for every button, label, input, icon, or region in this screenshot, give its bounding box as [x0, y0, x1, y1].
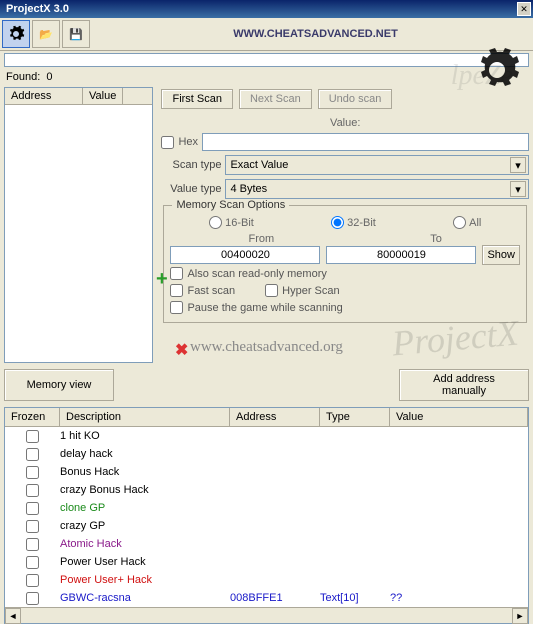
undo-scan-button[interactable]: Undo scan — [318, 89, 393, 109]
col-address[interactable]: Address — [5, 88, 83, 104]
folder-icon: 📂 — [39, 28, 53, 41]
col-description[interactable]: Description — [60, 408, 230, 426]
frozen-checkbox[interactable] — [26, 484, 39, 497]
chk-fastscan[interactable]: Fast scan — [170, 284, 235, 297]
radio-16bit[interactable]: 16-Bit — [209, 216, 254, 229]
table-row[interactable]: clone GP — [5, 499, 528, 517]
chk-pause[interactable]: Pause the game while scanning — [170, 301, 520, 314]
cell-description: 1 hit KO — [60, 430, 230, 442]
chk-readonly[interactable]: Also scan read-only memory — [170, 267, 520, 280]
floppy-icon: 💾 — [69, 28, 83, 41]
chevron-down-icon: ▾ — [510, 181, 526, 197]
frozen-checkbox[interactable] — [26, 502, 39, 515]
first-scan-button[interactable]: First Scan — [161, 89, 233, 109]
window-title: ProjectX 3.0 — [2, 3, 517, 15]
table-row[interactable]: Power User Hack — [5, 553, 528, 571]
scan-type-select[interactable]: Exact Value ▾ — [225, 155, 529, 175]
cheat-table: Frozen Description Address Type Value 1 … — [4, 407, 529, 624]
col-address[interactable]: Address — [230, 408, 320, 426]
frozen-checkbox[interactable] — [26, 466, 39, 479]
scanner-button[interactable] — [2, 20, 30, 48]
frozen-checkbox[interactable] — [26, 520, 39, 533]
col-value[interactable]: Value — [390, 408, 528, 426]
chk-hyperscan[interactable]: Hyper Scan — [265, 284, 339, 297]
cell-type: Text[10] — [320, 592, 390, 604]
logo-gear-icon — [473, 46, 521, 94]
radio-32bit[interactable]: 32-Bit — [331, 216, 376, 229]
value-type-label: Value type — [161, 183, 221, 195]
frozen-checkbox[interactable] — [26, 556, 39, 569]
col-type[interactable]: Type — [320, 408, 390, 426]
cell-description: Atomic Hack — [60, 538, 230, 550]
table-row[interactable]: 1 hit KO — [5, 427, 528, 445]
cell-description: delay hack — [60, 448, 230, 460]
progress-bar — [4, 53, 529, 67]
col-value[interactable]: Value — [83, 88, 123, 104]
results-list: Address Value — [4, 87, 153, 363]
hex-checkbox[interactable]: Hex — [161, 136, 198, 149]
cell-description: Power User+ Hack — [60, 574, 230, 586]
add-address-button[interactable]: Add address manually — [399, 369, 529, 401]
table-row[interactable]: crazy Bonus Hack — [5, 481, 528, 499]
delete-icon[interactable]: ✖ — [175, 340, 188, 360]
frozen-checkbox[interactable] — [26, 538, 39, 551]
value-label: Value: — [161, 117, 529, 129]
banner-text: WWW.CHEATSADVANCED.NET — [100, 28, 531, 40]
scroll-left-icon[interactable]: ◄ — [5, 608, 21, 624]
show-button[interactable]: Show — [482, 245, 520, 265]
cell-value: ?? — [390, 592, 528, 604]
memory-view-button[interactable]: Memory view — [4, 369, 114, 401]
cell-description: GBWC-racsna — [60, 592, 230, 604]
save-button[interactable]: 💾 — [62, 20, 90, 48]
radio-all[interactable]: All — [453, 216, 481, 229]
table-row[interactable]: Power User+ Hack — [5, 571, 528, 589]
add-icon[interactable]: + — [156, 268, 168, 291]
table-row[interactable]: Atomic Hack — [5, 535, 528, 553]
cell-description: crazy Bonus Hack — [60, 484, 230, 496]
scan-type-label: Scan type — [161, 159, 221, 171]
next-scan-button[interactable]: Next Scan — [239, 89, 312, 109]
table-row[interactable]: crazy GP — [5, 517, 528, 535]
scroll-right-icon[interactable]: ► — [512, 608, 528, 624]
frozen-checkbox[interactable] — [26, 574, 39, 587]
col-frozen[interactable]: Frozen — [5, 408, 60, 426]
from-input[interactable] — [170, 246, 320, 264]
results-body — [5, 105, 152, 362]
frozen-checkbox[interactable] — [26, 448, 39, 461]
close-button[interactable]: ✕ — [517, 2, 531, 16]
horizontal-scrollbar[interactable]: ◄ ► — [5, 607, 528, 623]
memory-scan-options: Memory Scan Options 16-Bit 32-Bit All Fr… — [163, 205, 527, 323]
cell-description: clone GP — [60, 502, 230, 514]
value-input[interactable] — [202, 133, 529, 151]
table-row[interactable]: delay hack — [5, 445, 528, 463]
to-input[interactable] — [326, 246, 476, 264]
cell-description: Power User Hack — [60, 556, 230, 568]
table-row[interactable]: GBWC-racsna008BFFE1Text[10]?? — [5, 589, 528, 607]
cell-description: Bonus Hack — [60, 466, 230, 478]
chevron-down-icon: ▾ — [510, 157, 526, 173]
found-label: Found: 0 — [0, 69, 533, 85]
value-type-select[interactable]: 4 Bytes ▾ — [225, 179, 529, 199]
titlebar: ProjectX 3.0 ✕ — [0, 0, 533, 18]
frozen-checkbox[interactable] — [26, 592, 39, 605]
table-row[interactable]: Bonus Hack — [5, 463, 528, 481]
open-button[interactable]: 📂 — [32, 20, 60, 48]
cell-description: crazy GP — [60, 520, 230, 532]
frozen-checkbox[interactable] — [26, 430, 39, 443]
cell-address: 008BFFE1 — [230, 592, 320, 604]
toolbar: 📂 💾 WWW.CHEATSADVANCED.NET — [0, 18, 533, 51]
